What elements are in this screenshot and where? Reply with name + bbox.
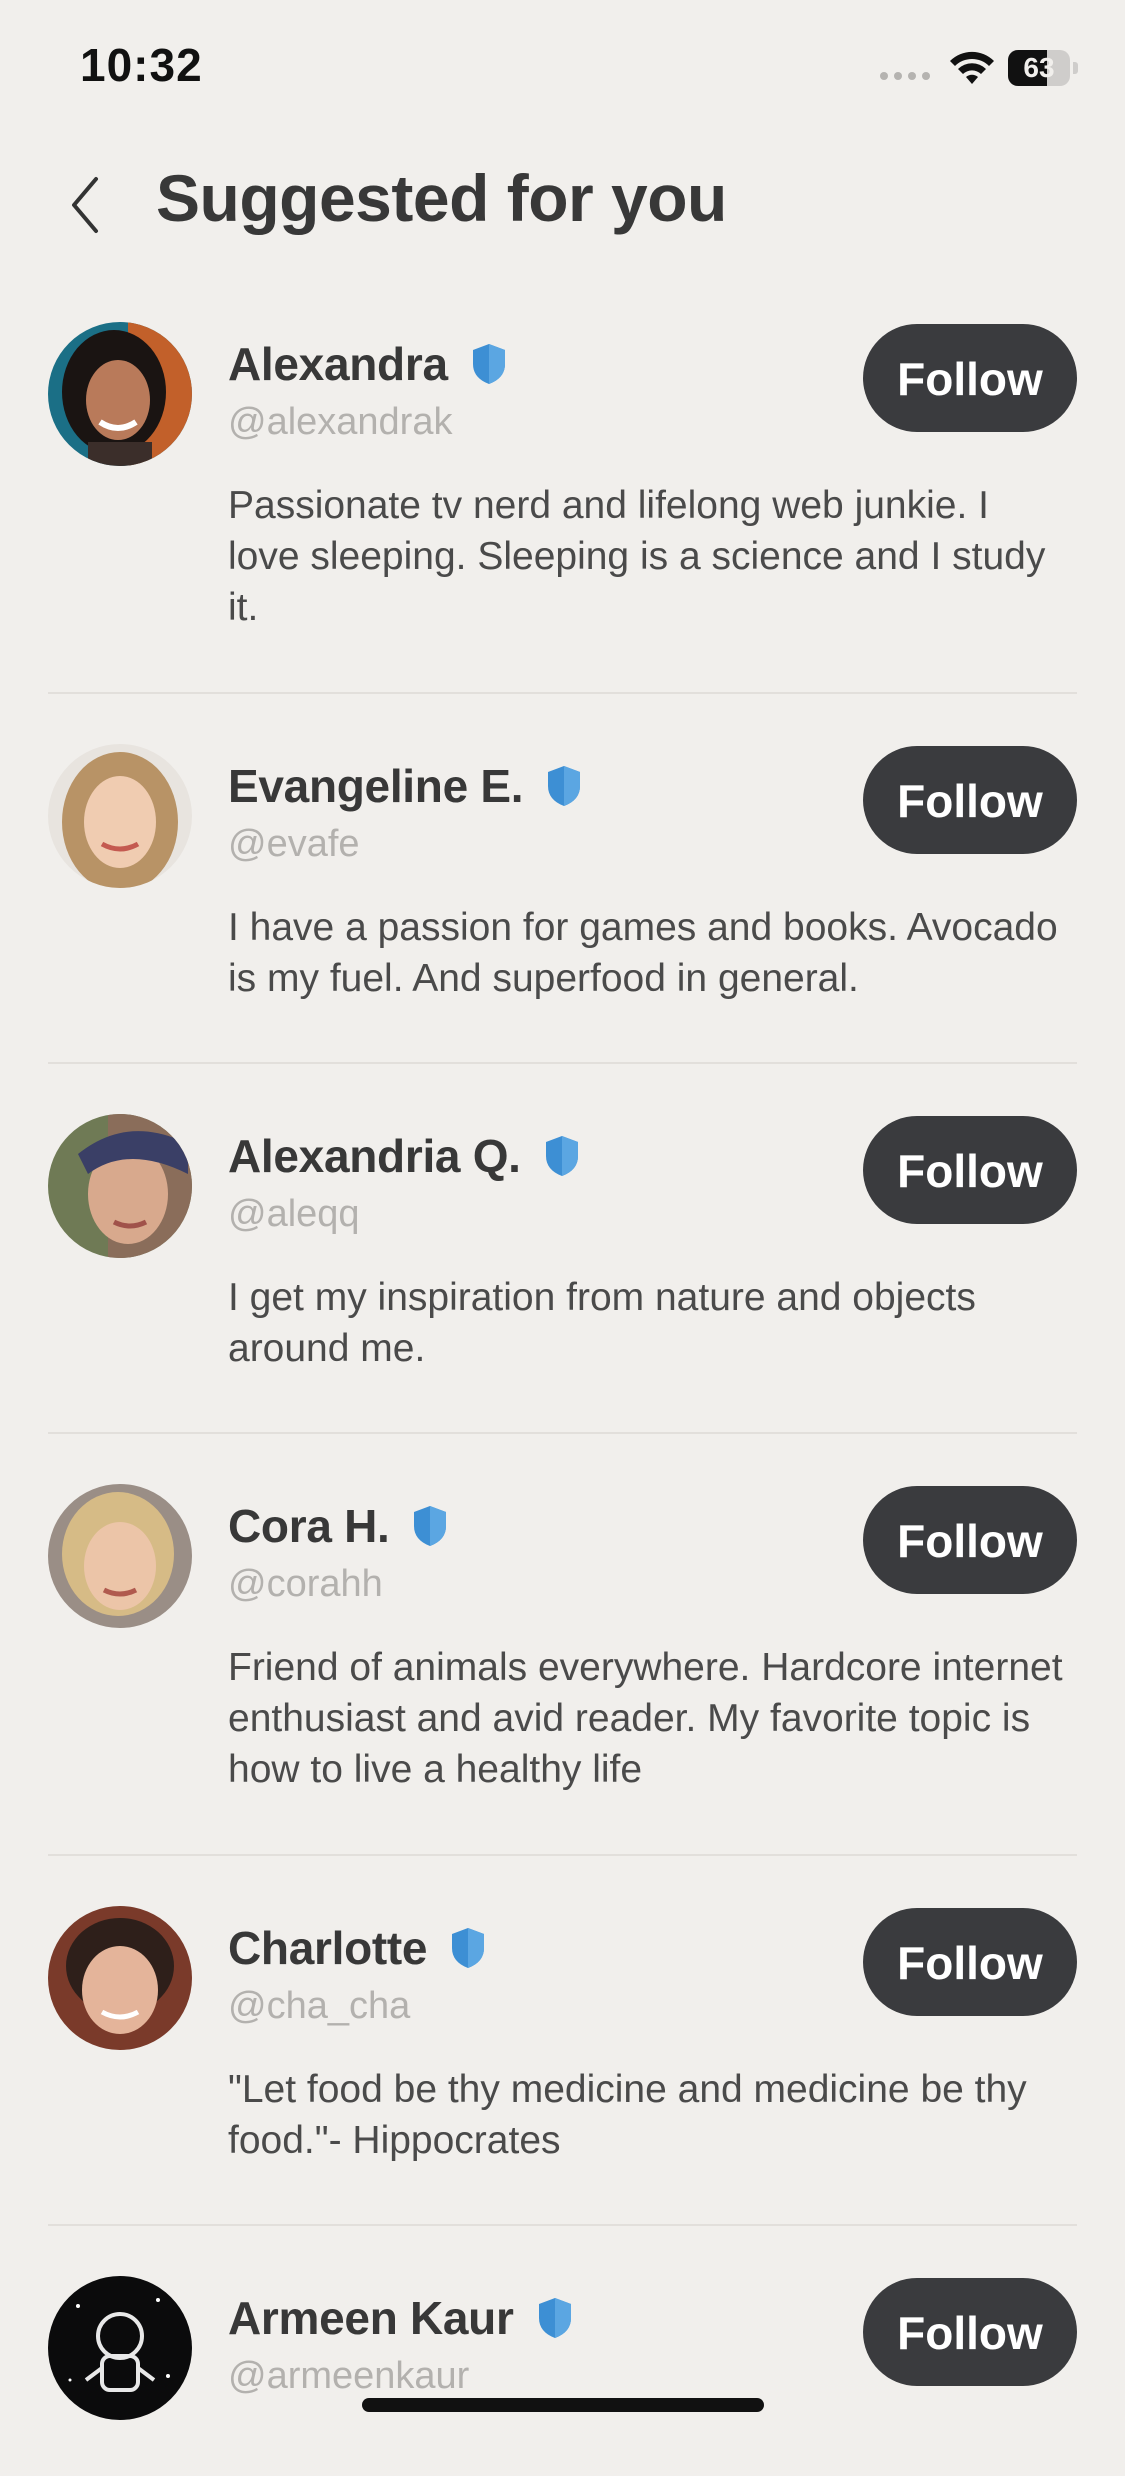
avatar[interactable] <box>48 1906 192 2050</box>
wifi-icon <box>950 51 994 84</box>
home-indicator[interactable] <box>362 2398 764 2412</box>
verified-badge-icon <box>452 1928 485 1968</box>
header: Suggested for you <box>0 150 1125 260</box>
verified-badge-icon <box>472 344 505 384</box>
divider <box>48 1062 1077 1064</box>
divider <box>48 1432 1077 1434</box>
user-bio: "Let food be thy medicine and medicine b… <box>228 2068 1027 2162</box>
status-bar: 10:32 63 <box>0 0 1125 140</box>
user-name[interactable]: Alexandria Q. <box>228 1129 521 1183</box>
user-card: Alexandria Q. @aleqq I get my inspiratio… <box>0 1114 1125 1432</box>
user-bio: I get my inspiration from nature and obj… <box>228 1276 976 1370</box>
suggested-users-list: Alexandra @alexandrak Passionate tv nerd… <box>0 322 1125 2476</box>
user-card: Cora H. @corahh Friend of animals everyw… <box>0 1484 1125 1854</box>
follow-button[interactable]: Follow <box>863 1116 1077 1224</box>
verified-badge-icon <box>414 1506 447 1546</box>
verified-badge-icon <box>538 2298 571 2338</box>
follow-button[interactable]: Follow <box>863 1486 1077 1594</box>
follow-button[interactable]: Follow <box>863 324 1077 432</box>
divider <box>48 1854 1077 1856</box>
follow-button[interactable]: Follow <box>863 746 1077 854</box>
verified-badge-icon <box>545 1136 578 1176</box>
user-bio: Friend of animals everywhere. Hardcore i… <box>228 1646 1063 1791</box>
user-name[interactable]: Alexandra <box>228 337 448 391</box>
verified-badge-icon <box>548 766 581 806</box>
status-time: 10:32 <box>80 39 203 91</box>
divider <box>48 2224 1077 2226</box>
user-name[interactable]: Cora H. <box>228 1499 390 1553</box>
avatar[interactable] <box>48 1484 192 1628</box>
user-card: Evangeline E. @evafe I have a passion fo… <box>0 744 1125 1062</box>
user-bio: I have a passion for games and books. Av… <box>228 906 1058 1000</box>
user-card: Charlotte @cha_cha "Let food be thy medi… <box>0 1906 1125 2224</box>
user-card: Alexandra @alexandrak Passionate tv nerd… <box>0 322 1125 692</box>
avatar[interactable] <box>48 2276 192 2420</box>
user-name[interactable]: Charlotte <box>228 1921 428 1975</box>
follow-button[interactable]: Follow <box>863 2278 1077 2386</box>
chevron-left-icon <box>72 177 98 233</box>
follow-button[interactable]: Follow <box>863 1908 1077 2016</box>
avatar[interactable] <box>48 322 192 466</box>
page-title: Suggested for you <box>156 161 727 235</box>
avatar[interactable] <box>48 744 192 888</box>
user-name[interactable]: Armeen Kaur <box>228 2291 514 2345</box>
user-bio: Passionate tv nerd and lifelong web junk… <box>228 484 1046 629</box>
user-name[interactable]: Evangeline E. <box>228 759 524 813</box>
avatar[interactable] <box>48 1114 192 1258</box>
battery-icon: 63 <box>1008 50 1078 86</box>
signal-dots-icon <box>880 72 930 80</box>
battery-level: 63 <box>1023 52 1055 83</box>
divider <box>48 692 1077 694</box>
back-button[interactable] <box>60 170 110 240</box>
user-card: Armeen Kaur @armeenkaur Follow <box>0 2276 1125 2476</box>
